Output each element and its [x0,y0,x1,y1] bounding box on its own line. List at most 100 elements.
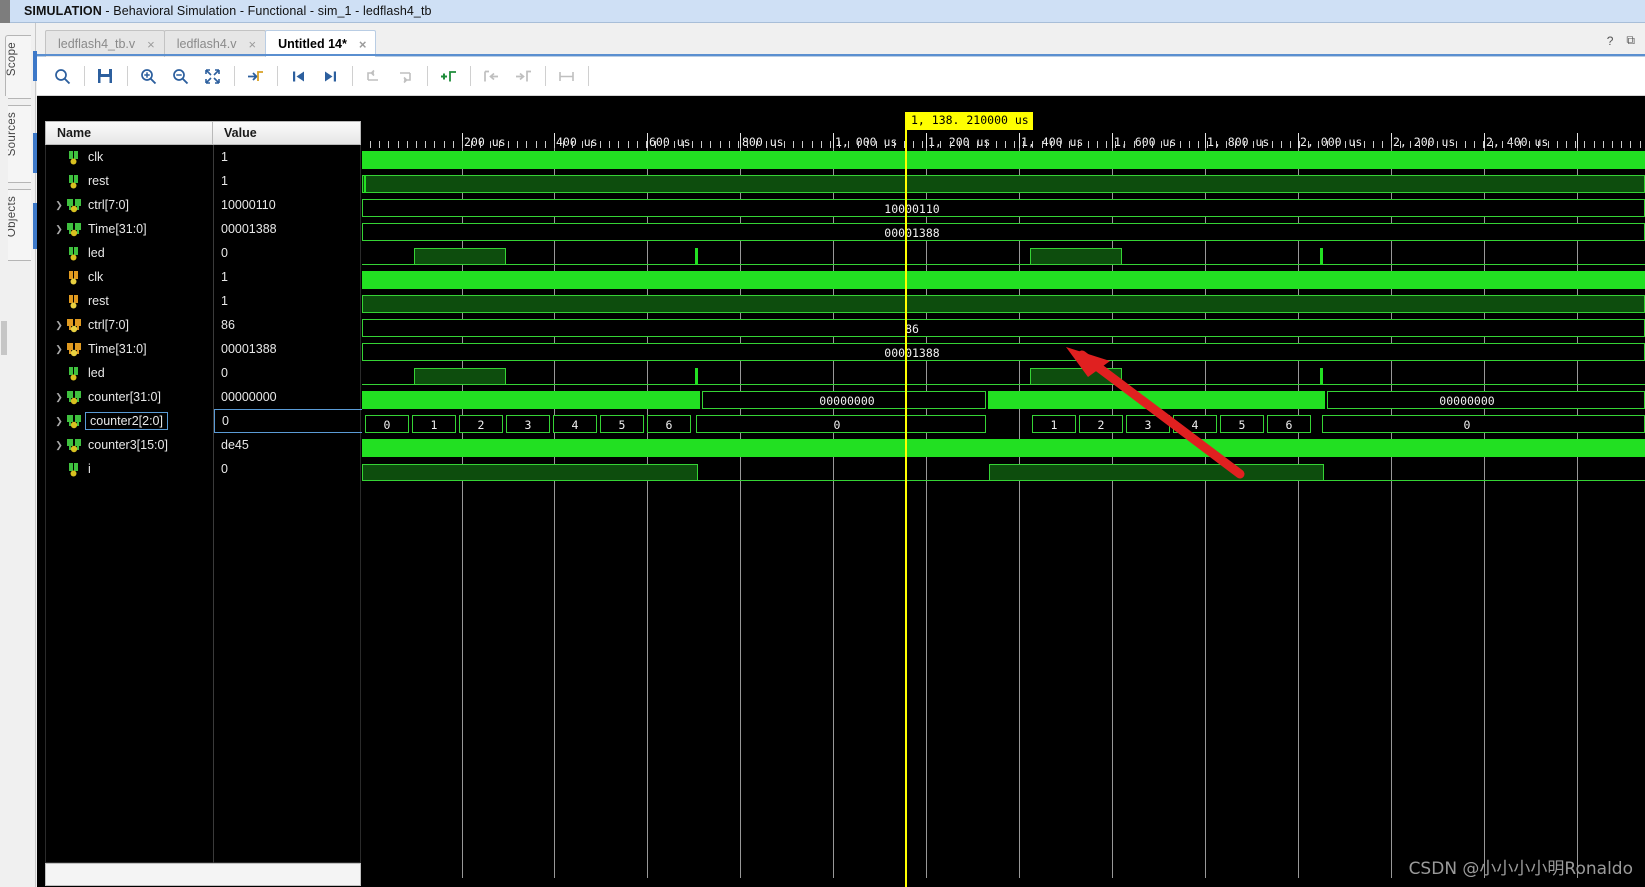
signal-value-cell[interactable]: 0 [214,361,363,385]
signal-value-cell[interactable]: 00001388 [214,217,363,241]
signal-value-label: 0 [221,366,228,380]
close-icon[interactable]: × [147,38,155,51]
vertical-tab-sources[interactable]: Sources [5,105,31,183]
ruler-minor-tick [1235,141,1236,148]
expand-chevron-icon[interactable]: ❯ [52,392,66,403]
ruler-minor-tick [839,141,840,148]
ruler-minor-tick [591,141,592,148]
signal-row-counter2-2-0-[interactable]: ❯ counter2[2:0] [46,409,213,433]
left-scroll-rail[interactable] [0,96,8,887]
signal-row-time-31-0-[interactable]: ❯ Time[31:0] [46,337,213,361]
ruler-minor-tick [1226,141,1227,148]
signal-row-ctrl-7-0-[interactable]: ❯ ctrl[7:0] [46,193,213,217]
counter2-segment-label: 3 [524,418,532,432]
horizontal-scrollbar[interactable] [362,878,1645,887]
signal-value-cell[interactable]: 1 [214,265,363,289]
toolbar-separator [352,66,353,86]
signal-row-rest[interactable]: ❯rest [46,289,213,313]
previous-marker-icon[interactable] [476,62,506,90]
ruler-minor-tick [499,141,500,148]
ruler-minor-tick [554,141,555,148]
move-up-icon[interactable] [358,62,388,90]
tab-ledflash4[interactable]: ledflash4.v × [163,30,267,57]
cursor-line[interactable] [905,112,907,887]
vertical-tab-objects[interactable]: Objects [5,189,31,261]
ruler-minor-tick [1520,141,1521,148]
expand-chevron-icon[interactable]: ❯ [52,440,66,451]
goto-time-icon[interactable] [240,62,270,90]
page-title: SIMULATION - Behavioral Simulation - Fun… [24,4,432,18]
signal-row-clk[interactable]: ❯clk [46,265,213,289]
next-transition-icon[interactable] [315,62,345,90]
signal-value-cell[interactable]: 0 [214,409,363,433]
move-down-icon[interactable] [390,62,420,90]
signal-value-cell[interactable]: 1 [214,289,363,313]
ruler-minor-tick [793,141,794,148]
expand-chevron-icon[interactable]: ❯ [52,200,66,211]
signal-value-cell[interactable]: 1 [214,145,363,169]
ruler-minor-tick [444,141,445,148]
ruler-minor-tick [600,141,601,148]
signal-row-clk[interactable]: ❯clk [46,145,213,169]
signal-value-cell[interactable]: 86 [214,313,363,337]
ruler-minor-tick [756,141,757,148]
signal-type-icon [66,438,83,453]
signal-value-cell[interactable]: 00000000 [214,385,363,409]
save-icon[interactable] [90,62,120,90]
tab-untitled-14[interactable]: Untitled 14* × [265,30,377,57]
search-icon[interactable] [47,62,77,90]
signal-value-cell[interactable]: 1 [214,169,363,193]
signal-value-cell[interactable]: 00001388 [214,337,363,361]
previous-transition-icon[interactable] [283,62,313,90]
signal-row-counter3-15-0-[interactable]: ❯ counter3[15:0] [46,433,213,457]
tab-ledflash4-tb[interactable]: ledflash4_tb.v × [45,30,165,57]
close-icon[interactable]: × [359,38,367,51]
ruler-minor-tick [508,141,509,148]
signal-name-label: Time[31:0] [88,222,147,236]
ruler-minor-tick [1621,141,1622,148]
expand-chevron-icon[interactable]: ❯ [52,416,66,427]
signal-row-rest[interactable]: ❯rest [46,169,213,193]
signal-row-led[interactable]: ❯led [46,241,213,265]
ruler-minor-tick [1557,141,1558,148]
waveform-canvas[interactable]: 200 us400 us600 us800 us1, 000 us1, 200 … [362,96,1645,887]
waveform-row-ctrl-2: 86 [362,316,1645,340]
expand-chevron-icon[interactable]: ❯ [52,344,66,355]
ruler-minor-tick [1281,141,1282,148]
ruler-minor-tick [1428,141,1429,148]
ruler-minor-tick [398,141,399,148]
add-marker-icon[interactable] [433,62,463,90]
signal-row-ctrl-7-0-[interactable]: ❯ ctrl[7:0] [46,313,213,337]
left-scroll-thumb[interactable] [1,321,7,355]
ruler-minor-tick [1373,141,1374,148]
zoom-out-icon[interactable] [165,62,195,90]
zoom-in-icon[interactable] [133,62,163,90]
ruler-minor-tick [1143,141,1144,148]
signal-value-cell[interactable]: 10000110 [214,193,363,217]
watermark-label: CSDN @小小小小明Ronaldo [1408,859,1633,879]
simulation-mode-label: SIMULATION [24,4,102,18]
ruler-minor-tick [1419,141,1420,148]
column-header-value[interactable]: Value [212,121,361,145]
signal-row-led[interactable]: ❯led [46,361,213,385]
help-icon[interactable]: ? [1607,34,1614,48]
signal-name-label: i [88,462,91,476]
measure-icon[interactable] [551,62,581,90]
signal-row-i[interactable]: ❯i [46,457,213,481]
signal-type-icon [66,294,83,309]
expand-chevron-icon[interactable]: ❯ [52,224,66,235]
column-header-name[interactable]: Name [45,121,212,145]
expand-chevron-icon[interactable]: ❯ [52,320,66,331]
signal-value-cell[interactable]: 0 [214,457,363,481]
ruler-minor-tick [701,141,702,148]
next-marker-icon[interactable] [508,62,538,90]
signal-row-time-31-0-[interactable]: ❯ Time[31:0] [46,217,213,241]
signal-row-counter-31-0-[interactable]: ❯ counter[31:0] [46,385,213,409]
signal-value-cell[interactable]: 0 [214,241,363,265]
vertical-tab-scope[interactable]: Scope [5,35,31,99]
close-icon[interactable]: × [249,38,257,51]
zoom-fit-icon[interactable] [197,62,227,90]
signal-value-cell[interactable]: de45 [214,433,363,457]
maximize-icon[interactable]: ⧉ [1626,33,1635,48]
ruler-minor-tick [416,141,417,148]
